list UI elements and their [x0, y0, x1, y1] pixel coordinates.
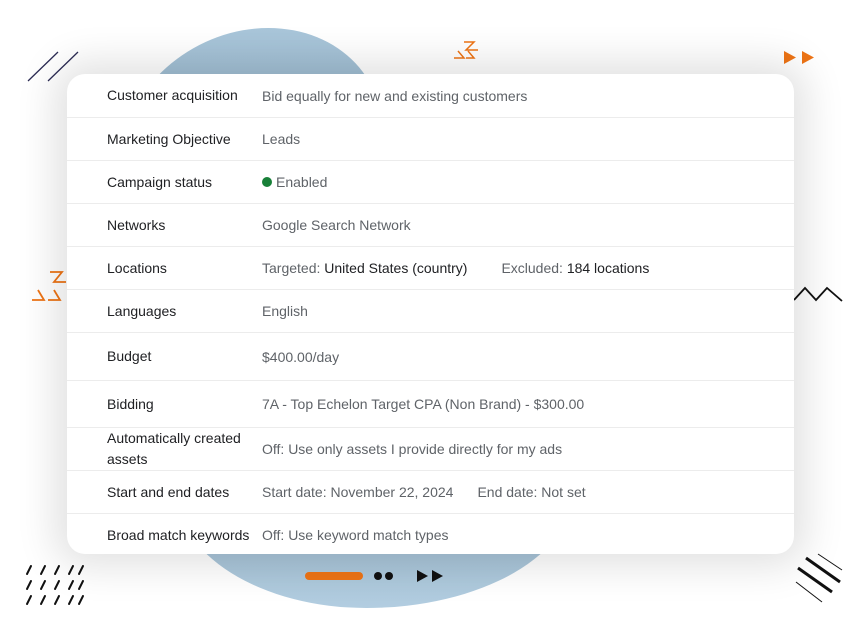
settings-row-campaign-status: Campaign status Enabled: [67, 161, 794, 204]
zigzag-icon: [32, 271, 66, 301]
row-value: Off: Use keyword match types: [262, 527, 449, 543]
hatch-icon: [26, 565, 84, 605]
wave-icon: [793, 286, 843, 302]
row-label: Campaign status: [107, 173, 213, 190]
targeted-locations: United States (country): [324, 260, 468, 276]
excluded-prefix: Excluded:: [501, 260, 563, 276]
next-arrows-icon[interactable]: [415, 569, 447, 583]
campaign-settings-card: Customer acquisition Bid equally for new…: [67, 74, 794, 554]
start-date: Start date: November 22, 2024: [262, 484, 454, 500]
settings-row-customer-acquisition: Customer acquisition Bid equally for new…: [67, 74, 794, 118]
row-label: Languages: [107, 302, 177, 319]
targeted-prefix: Targeted:: [262, 260, 321, 276]
settings-row-networks: Networks Google Search Network: [67, 204, 794, 247]
settings-row-locations: Locations Targeted: United States (count…: [67, 247, 794, 290]
row-label: Bidding: [107, 395, 154, 412]
status-enabled-icon: [262, 177, 272, 187]
row-value: $400.00/day: [262, 348, 340, 365]
excluded-locations: 184 locations: [566, 260, 650, 276]
row-label: Marketing Objective: [107, 130, 231, 147]
settings-row-automatically-created-assets: Automatically created assets Off: Use on…: [67, 428, 794, 471]
row-label: Automatically created assets: [107, 430, 241, 467]
row-label: Customer acquisition: [107, 87, 238, 103]
diagonal-lines-icon: [795, 553, 843, 603]
play-arrows-icon: [784, 51, 814, 64]
row-value: Bid equally for new and existing custome…: [262, 87, 528, 104]
row-value: Leads: [262, 131, 301, 147]
settings-row-broad-match-keywords: Broad match keywords Off: Use keyword ma…: [67, 514, 794, 554]
settings-row-marketing-objective: Marketing Objective Leads: [67, 118, 794, 161]
settings-row-budget: Budget $400.00/day: [67, 333, 794, 381]
zigzag-icon: [454, 41, 478, 59]
row-label: Broad match keywords: [107, 526, 250, 543]
settings-row-languages: Languages English: [67, 290, 794, 333]
row-label: Networks: [107, 216, 166, 233]
row-value: Google Search Network: [262, 217, 411, 233]
row-value: 7A - Top Echelon Target CPA (Non Brand) …: [262, 396, 585, 412]
row-label: Start and end dates: [107, 483, 230, 500]
row-label: Locations: [107, 259, 167, 276]
settings-row-start-end-dates: Start and end dates Start date: November…: [67, 471, 794, 514]
status-badge: Enabled: [276, 174, 328, 190]
pagination-dots[interactable]: [372, 570, 396, 582]
settings-row-bidding: Bidding 7A - Top Echelon Target CPA (Non…: [67, 381, 794, 428]
row-value: Off: Use only assets I provide directly …: [262, 441, 563, 457]
row-label: Budget: [107, 348, 152, 364]
row-value: English: [262, 303, 308, 319]
end-date: End date: Not set: [477, 484, 586, 500]
pagination-active-bar[interactable]: [305, 572, 363, 580]
